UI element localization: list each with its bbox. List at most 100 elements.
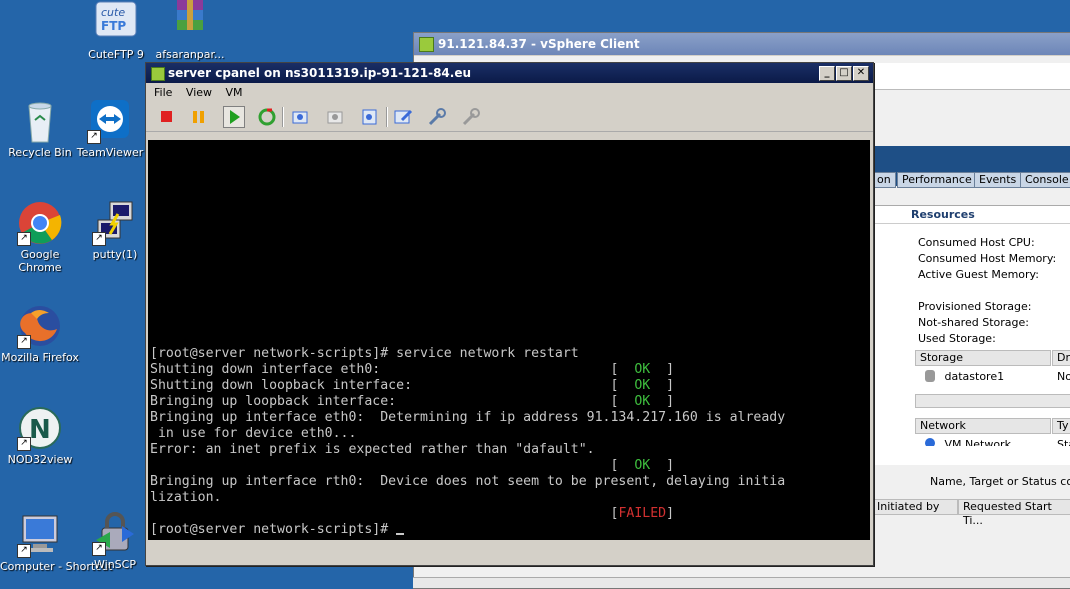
resource-label-notshared-storage: Not-shared Storage: xyxy=(918,316,1029,329)
terminal-screen[interactable]: [root@server network-scripts]# service n… xyxy=(148,140,870,540)
terminal-line-text xyxy=(150,458,611,473)
desktop-icon-afsaranpar[interactable]: afsaranpar... xyxy=(150,0,230,61)
svg-text:N: N xyxy=(29,415,51,445)
shortcut-arrow-icon: ↗ xyxy=(87,130,101,144)
putty-icon: ↗ xyxy=(92,200,138,246)
close-button[interactable]: ✕ xyxy=(853,66,869,81)
desktop-icon-cuteftp[interactable]: cute FTP CuteFTP 9 xyxy=(76,0,156,61)
terminal-status: FAILED xyxy=(618,506,667,521)
desktop-icon-label: NOD32view xyxy=(7,453,73,466)
snapshot-manager-icon[interactable] xyxy=(358,106,380,128)
resource-label-consumed-cpu: Consumed Host CPU: xyxy=(918,236,1035,249)
terminal-status: OK xyxy=(634,362,651,377)
network-col2: Sta xyxy=(1057,438,1070,446)
terminal-line-text: Shutting down loopback interface: xyxy=(150,378,611,393)
tab-performance[interactable]: Performance xyxy=(897,172,977,188)
desktop-icon-label: afsaranpar... xyxy=(155,48,225,61)
desktop-icon-label: CuteFTP 9 xyxy=(88,48,144,61)
storage-column-header[interactable]: Storage xyxy=(915,350,1051,366)
terminal-line: Bringing up interface eth0: Determining … xyxy=(150,410,870,426)
tab-console[interactable]: Console xyxy=(1020,172,1070,188)
terminal-line-text: Error: an inet prefix is expected rather… xyxy=(150,442,595,457)
vsphere-title: 91.121.84.37 - vSphere Client xyxy=(438,37,640,51)
minimize-button[interactable]: _ xyxy=(819,66,835,81)
desktop-icon-nod32[interactable]: N ↗ NOD32view xyxy=(0,405,80,466)
suspend-icon[interactable] xyxy=(188,106,210,128)
computer-icon: ↗ xyxy=(17,512,63,558)
resources-title: Resources xyxy=(873,206,1070,224)
terminal-line: Shutting down loopback interface: [ OK ] xyxy=(150,378,675,393)
terminal-line: Bringing up interface rth0: Device does … xyxy=(150,474,870,490)
resource-label-active-memory: Active Guest Memory: xyxy=(918,268,1039,281)
tasks-column-requested-start[interactable]: Requested Start Ti... xyxy=(958,499,1070,527)
power-off-icon[interactable] xyxy=(156,106,178,128)
desktop-icon-label: Recycle Bin xyxy=(8,146,72,159)
tools-icon[interactable] xyxy=(426,106,448,128)
desktop-icon-label: Mozilla Firefox xyxy=(1,351,79,364)
desktop-icon-label: WinSCP xyxy=(94,558,136,571)
edit-settings-icon[interactable] xyxy=(392,106,414,128)
console-title-bar[interactable]: server cpanel on ns3011319.ip-91-121-84.… xyxy=(146,63,873,83)
resource-label-provisioned-storage: Provisioned Storage: xyxy=(918,300,1032,313)
network-column-2-header[interactable]: Ty xyxy=(1052,418,1070,434)
toolbar-separator xyxy=(282,107,284,127)
terminal-line-text: Bringing up loopback interface: xyxy=(150,394,611,409)
firefox-icon: ↗ xyxy=(17,303,63,349)
snapshot-icon[interactable] xyxy=(289,106,311,128)
resource-label-used-storage: Used Storage: xyxy=(918,332,996,345)
desktop-icon-teamviewer[interactable]: ↗ TeamViewer xyxy=(70,98,150,159)
horizontal-scrollbar[interactable] xyxy=(915,394,1070,408)
recycle-bin-icon xyxy=(17,98,63,144)
tab-events[interactable]: Events xyxy=(974,172,1022,188)
toolbar xyxy=(146,103,873,132)
terminal-line: Shutting down interface eth0: [ OK ] xyxy=(150,362,675,377)
menu-vm[interactable]: VM xyxy=(226,86,243,99)
vm-console-window[interactable]: server cpanel on ns3011319.ip-91-121-84.… xyxy=(145,62,874,566)
terminal-line: Error: an inet prefix is expected rather… xyxy=(150,442,870,458)
datastore-row[interactable]: datastore1 xyxy=(925,370,1004,383)
maximize-button[interactable]: □ xyxy=(836,66,852,81)
desktop-icon-label: TeamViewer xyxy=(76,146,144,159)
storage-column-2-header[interactable]: Dri xyxy=(1052,350,1070,366)
terminal-line-text: Bringing up interface eth0: Determining … xyxy=(150,410,786,425)
terminal-line: [ OK ] xyxy=(150,458,870,474)
desktop-icon-firefox[interactable]: ↗ Mozilla Firefox xyxy=(0,303,80,364)
teamviewer-icon: ↗ xyxy=(87,98,133,144)
bottom-scrollbar[interactable] xyxy=(413,577,1070,588)
terminal-line-text xyxy=(150,506,611,521)
terminal-line-text: [root@server network-scripts]# xyxy=(150,522,397,537)
console-window-title: server cpanel on ns3011319.ip-91-121-84.… xyxy=(168,66,472,80)
network-row[interactable]: VM Network xyxy=(925,438,1011,446)
network-column-header[interactable]: Network xyxy=(915,418,1051,434)
menu-view[interactable]: View xyxy=(186,86,212,99)
terminal-line: [root@server network-scripts]# service n… xyxy=(150,346,870,362)
desktop-icon-chrome[interactable]: ↗ Google Chrome xyxy=(0,200,80,274)
vsphere-title-bar[interactable]: 91.121.84.37 - vSphere Client xyxy=(414,33,1070,55)
tab-summary[interactable]: on xyxy=(872,172,896,188)
terminal-line-text: Bringing up interface rth0: Device does … xyxy=(150,474,786,489)
svg-text:FTP: FTP xyxy=(101,19,126,33)
menu-file[interactable]: File xyxy=(154,86,172,99)
terminal-line-text: lization. xyxy=(150,490,222,505)
toolbar-separator xyxy=(386,107,388,127)
desktop-icon-computer[interactable]: ↗ Computer - Shortcut xyxy=(0,512,113,573)
reset-icon[interactable] xyxy=(256,106,278,128)
desktop-icon-recycle-bin[interactable]: Recycle Bin xyxy=(0,98,80,159)
revert-snapshot-icon[interactable] xyxy=(324,106,346,128)
desktop-icon-winscp[interactable]: ↗ WinSCP xyxy=(75,510,155,571)
cuteftp-icon: cute FTP xyxy=(93,0,139,46)
network-item-name: VM Network xyxy=(944,438,1011,446)
tasks-filter-label: Name, Target or Status conta xyxy=(930,475,1070,488)
connect-devices-icon[interactable] xyxy=(460,106,482,128)
recent-tasks-pane: Name, Target or Status conta Initiated b… xyxy=(872,465,1070,588)
desktop-icon-putty[interactable]: ↗ putty(1) xyxy=(75,200,155,261)
tasks-column-initiated-by[interactable]: Initiated by xyxy=(872,499,958,515)
terminal-line: [root@server network-scripts]# xyxy=(150,522,870,538)
resource-label-consumed-memory: Consumed Host Memory: xyxy=(918,252,1057,265)
terminal-line-text: in use for device eth0... xyxy=(150,426,357,441)
winrar-archive-icon xyxy=(167,0,213,46)
shortcut-arrow-icon: ↗ xyxy=(17,232,31,246)
power-on-icon[interactable] xyxy=(223,106,245,128)
terminal-cursor xyxy=(396,533,405,535)
shortcut-arrow-icon: ↗ xyxy=(17,437,31,451)
